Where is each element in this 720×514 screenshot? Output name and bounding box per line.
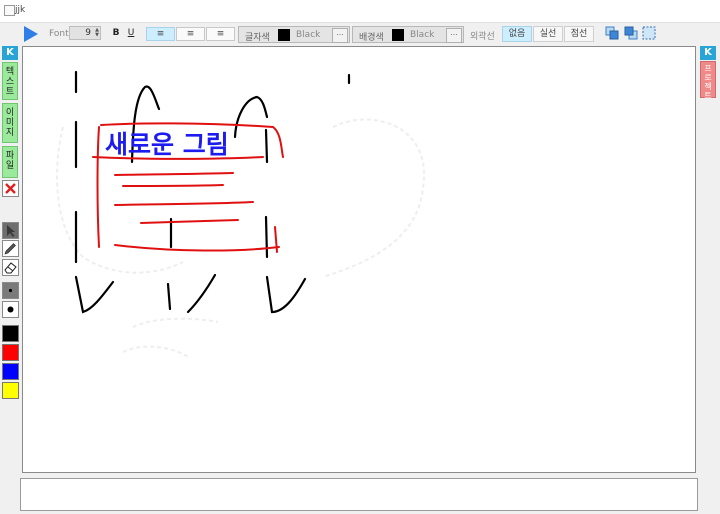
palette-blue[interactable] (2, 363, 19, 380)
palette-yellow[interactable] (2, 382, 19, 399)
font-size-stepper[interactable]: 9 ▲ ▼ (69, 26, 101, 40)
brush-size-small[interactable] (2, 282, 19, 299)
brush-size-large[interactable] (2, 301, 19, 318)
align-center-button[interactable]: ≡ (176, 27, 205, 41)
text-color-more-button[interactable]: … (332, 28, 348, 43)
eraser-tool[interactable] (2, 259, 19, 276)
pointer-icon (7, 225, 15, 237)
bg-color-picker[interactable]: 배경색 Black … (352, 26, 464, 43)
tab-text-label: 텍스트 (5, 67, 15, 97)
align-right-button[interactable]: ≡ (206, 27, 235, 41)
close-icon (5, 183, 16, 194)
send-back-icon[interactable] (624, 26, 638, 40)
text-color-swatch (278, 29, 290, 41)
palette-black[interactable] (2, 325, 19, 342)
tab-text[interactable]: 텍스트 (2, 62, 18, 100)
outline-label: 외곽선 (470, 32, 495, 42)
text-color-name: Black (296, 30, 321, 40)
text-color-picker[interactable]: 글자색 Black … (238, 26, 350, 43)
freehand-drawing: 새로운 그림 (56, 70, 426, 358)
left-panel: K 텍스트 이미지 파일 (0, 45, 20, 465)
underline-button[interactable]: U (125, 27, 137, 41)
stepper-arrows-icon[interactable]: ▲ ▼ (95, 28, 99, 38)
drawing-canvas[interactable]: 새로운 그림 (22, 46, 696, 473)
app-icon (4, 5, 15, 16)
bring-front-icon[interactable] (605, 26, 619, 40)
outline-none-button[interactable]: 없음 (502, 26, 532, 42)
palette-red[interactable] (2, 344, 19, 361)
right-collapse-button[interactable]: K (700, 46, 716, 60)
tab-file-label: 파일 (5, 151, 15, 171)
play-icon[interactable] (24, 26, 38, 42)
large-dot-icon (7, 306, 14, 313)
font-label: Font (49, 29, 69, 39)
tab-file[interactable]: 파일 (2, 146, 18, 178)
delete-tool[interactable] (2, 180, 19, 197)
status-bar[interactable] (20, 478, 698, 511)
toolbar: Font 9 ▲ ▼ B U ≡ ≡ ≡ 글자색 Black … 배경색 Blac… (0, 23, 720, 45)
bg-color-label: 배경색 (359, 33, 384, 43)
left-collapse-button[interactable]: K (2, 46, 18, 60)
pen-tool[interactable] (2, 240, 19, 257)
tab-project-label: 프로젝트 (704, 64, 712, 100)
bg-color-swatch (392, 29, 404, 41)
window-title: jjk (15, 5, 26, 15)
title-bar: jjk (0, 0, 720, 23)
pencil-icon (4, 243, 16, 255)
tab-image-label: 이미지 (5, 108, 15, 138)
drawing-text: 새로운 그림 (105, 130, 229, 159)
outline-solid-button[interactable]: 실선 (533, 26, 563, 42)
pointer-tool[interactable] (2, 222, 19, 239)
small-dot-icon (8, 288, 13, 293)
align-left-button[interactable]: ≡ (146, 27, 175, 41)
select-all-icon[interactable] (642, 26, 656, 40)
bold-button[interactable]: B (110, 27, 122, 41)
font-size-value: 9 (85, 28, 91, 38)
right-panel: K 프로젝트 (698, 45, 720, 465)
bg-color-name: Black (410, 30, 435, 40)
eraser-icon (4, 262, 17, 274)
tab-project[interactable]: 프로젝트 (700, 61, 716, 100)
outline-dashed-button[interactable]: 점선 (564, 26, 594, 42)
tab-image[interactable]: 이미지 (2, 103, 18, 143)
text-color-label: 글자색 (245, 33, 270, 43)
bg-color-more-button[interactable]: … (446, 28, 462, 43)
